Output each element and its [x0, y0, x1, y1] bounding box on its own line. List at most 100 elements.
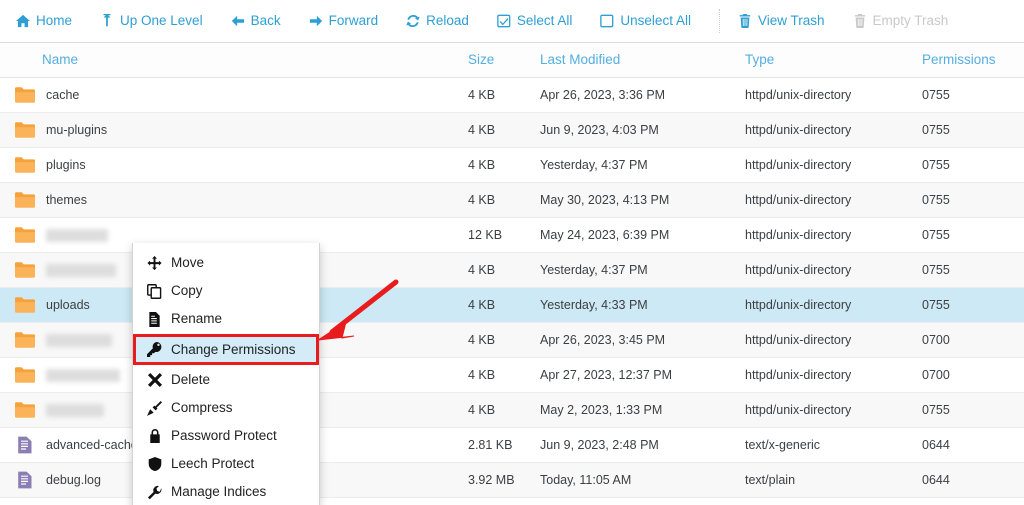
cell-type: httpd/unix-directory — [745, 357, 922, 393]
toolbar-item-label: Empty Trash — [872, 13, 949, 29]
arrow-right-icon — [309, 14, 323, 28]
key-icon — [147, 342, 162, 357]
cell-size: 4 KB — [444, 287, 540, 323]
cell-last-modified: Jun 9, 2023, 4:03 PM — [540, 112, 745, 148]
cell-last-modified: Today, 11:05 AM — [540, 462, 745, 498]
cell-last-modified: Apr 26, 2023, 3:36 PM — [540, 77, 745, 113]
folder-icon — [15, 297, 35, 313]
cell-size: 4 KB — [444, 147, 540, 183]
toolbar-item-label: Reload — [426, 13, 469, 29]
cell-type: httpd/unix-directory — [745, 77, 922, 113]
column-header-size[interactable]: Size — [444, 43, 540, 78]
column-header-type[interactable]: Type — [745, 43, 922, 78]
context-menu-item-compress[interactable]: Compress — [133, 394, 319, 422]
cell-size: 3.92 MB — [444, 462, 540, 498]
copy-icon — [147, 283, 162, 299]
file-name-label: cache — [46, 88, 80, 102]
folder-icon — [15, 157, 35, 173]
home-icon — [16, 14, 30, 28]
redacted-name — [46, 228, 108, 242]
context-menu-item-copy[interactable]: Copy — [133, 277, 319, 305]
table-row[interactable]: mu-plugins 4 KB Jun 9, 2023, 4:03 PM httpd/… — [0, 112, 1024, 148]
x-icon — [147, 373, 162, 387]
file-name-label: debug.log — [46, 473, 101, 487]
context-menu-item-rename[interactable]: Rename — [133, 305, 319, 333]
toolbar-item-empty-trash: Empty Trash — [851, 10, 959, 32]
context-menu-item-move[interactable]: Move — [133, 249, 319, 277]
redacted-name — [46, 263, 116, 277]
checkbox-checked-icon — [497, 14, 511, 28]
cell-name[interactable]: plugins — [0, 147, 444, 183]
toolbar-item-label: View Trash — [757, 13, 825, 29]
move-arrows-icon — [147, 255, 162, 271]
name-cell-content: mu-plugins — [14, 121, 444, 139]
cell-permissions: 0755 — [922, 147, 1024, 183]
folder-icon — [15, 262, 35, 278]
column-header-last-modified[interactable]: Last Modified — [540, 43, 745, 78]
checkbox-empty-icon — [600, 14, 614, 28]
cell-type: httpd/unix-directory — [745, 217, 922, 253]
context-menu-item-delete[interactable]: Delete — [133, 366, 319, 394]
table-header: Name Size Last Modified Type Permissions — [0, 43, 1024, 78]
column-header-name[interactable]: Name — [0, 43, 444, 78]
shield-icon — [147, 457, 162, 471]
cell-name[interactable]: themes — [0, 182, 444, 218]
cell-last-modified: Apr 26, 2023, 3:45 PM — [540, 322, 745, 358]
cell-permissions: 0644 — [922, 462, 1024, 498]
cell-size: 4 KB — [444, 252, 540, 288]
context-menu-item-label: Rename — [171, 311, 223, 327]
toolbar-item-back[interactable]: Back — [229, 10, 291, 32]
file-manager-screen: Home Up One Level Back Forward Reload Select … — [0, 0, 1024, 505]
file-name-label: uploads — [46, 298, 90, 312]
cell-last-modified: Yesterday, 4:37 PM — [540, 147, 745, 183]
toolbar-item-home[interactable]: Home — [14, 10, 82, 32]
cell-type: httpd/unix-directory — [745, 322, 922, 358]
table-row[interactable]: cache 4 KB Apr 26, 2023, 3:36 PM httpd/unix… — [0, 77, 1024, 113]
toolbar-item-forward[interactable]: Forward — [307, 10, 389, 32]
cell-permissions: 0755 — [922, 287, 1024, 323]
cell-last-modified: May 24, 2023, 6:39 PM — [540, 217, 745, 253]
file-rename-icon — [147, 311, 162, 327]
toolbar-item-unselect-all[interactable]: Unselect All — [598, 10, 701, 32]
folder-icon — [15, 367, 35, 383]
name-cell-content: themes — [14, 191, 444, 209]
context-menu-item-leech-protect[interactable]: Leech Protect — [133, 450, 319, 478]
cell-size: 4 KB — [444, 77, 540, 113]
cell-permissions: 0700 — [922, 322, 1024, 358]
file-icon — [18, 471, 32, 489]
file-name-label: plugins — [46, 158, 86, 172]
toolbar-item-up-one-level[interactable]: Up One Level — [98, 10, 213, 32]
toolbar-item-label: Home — [36, 13, 73, 29]
cell-permissions: 0755 — [922, 182, 1024, 218]
up-arrow-icon — [100, 14, 114, 28]
name-cell-content — [14, 226, 444, 244]
cell-type: httpd/unix-directory — [745, 287, 922, 323]
file-name-label: themes — [46, 193, 87, 207]
toolbar-item-view-trash[interactable]: View Trash — [736, 10, 835, 32]
folder-icon — [15, 87, 35, 103]
context-menu-item-manage-indices[interactable]: Manage Indices — [133, 478, 319, 505]
cell-name[interactable]: cache — [0, 77, 444, 113]
column-header-permissions[interactable]: Permissions — [922, 43, 1024, 78]
context-menu-item-change-permissions[interactable]: Change Permissions — [133, 334, 319, 365]
table-row[interactable]: themes 4 KB May 30, 2023, 4:13 PM httpd/uni… — [0, 182, 1024, 218]
folder-icon — [15, 332, 35, 348]
cell-size: 12 KB — [444, 217, 540, 253]
cell-size: 4 KB — [444, 357, 540, 393]
context-menu[interactable]: Move Copy Rename Change Permissions Delete Co… — [132, 243, 320, 505]
redacted-name — [46, 333, 112, 347]
toolbar-item-select-all[interactable]: Select All — [495, 10, 583, 32]
toolbar-item-reload[interactable]: Reload — [404, 10, 479, 32]
cell-last-modified: Jan 8, 2012, 10:01 PM — [540, 497, 745, 505]
cell-permissions: 0644 — [922, 497, 1024, 505]
cell-last-modified: Yesterday, 4:37 PM — [540, 252, 745, 288]
name-cell-content: plugins — [14, 156, 444, 174]
table-row[interactable]: plugins 4 KB Yesterday, 4:37 PM httpd/unix-… — [0, 147, 1024, 183]
context-menu-item-password-protect[interactable]: Password Protect — [133, 422, 319, 450]
cell-name[interactable]: mu-plugins — [0, 112, 444, 148]
cell-permissions: 0755 — [922, 77, 1024, 113]
context-menu-item-label: Password Protect — [171, 428, 277, 444]
cell-last-modified: Jun 9, 2023, 2:48 PM — [540, 427, 745, 463]
redacted-name — [46, 403, 104, 417]
lock-icon — [147, 429, 162, 443]
